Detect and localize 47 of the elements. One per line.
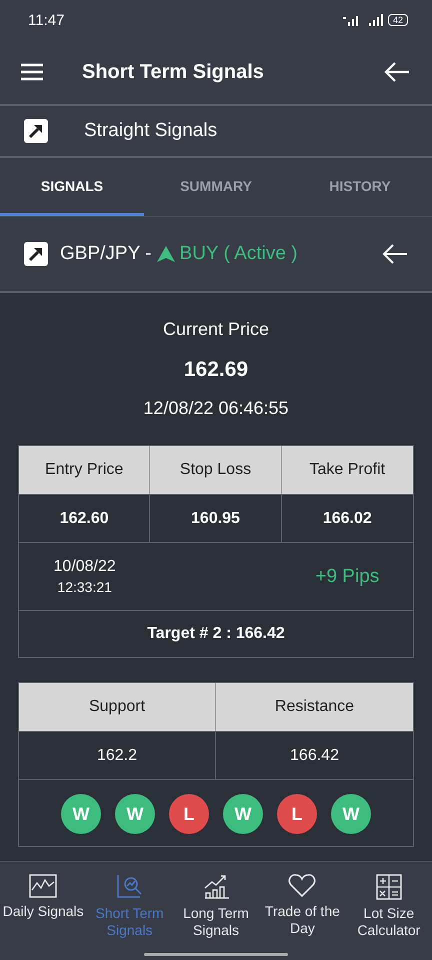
table-cell: 166.02 bbox=[282, 494, 413, 542]
column-header: Resistance bbox=[216, 683, 413, 731]
result-badge: W bbox=[331, 794, 371, 834]
result-badge: W bbox=[61, 794, 101, 834]
opened-time: 12:33:21 bbox=[57, 579, 112, 595]
currency-pair: GBP/JPY - bbox=[60, 243, 152, 265]
result-badge: L bbox=[277, 794, 317, 834]
nav-item[interactable]: Long Term Signals bbox=[172, 862, 260, 960]
signal-action: BUY bbox=[180, 243, 219, 265]
magnifier-chart-icon bbox=[116, 874, 144, 900]
tab[interactable]: SUMMARY bbox=[144, 158, 288, 216]
column-header: Take Profit bbox=[282, 446, 413, 494]
pips-value: +9 Pips bbox=[315, 566, 380, 588]
result-badge: L bbox=[169, 794, 209, 834]
chart-icon bbox=[29, 874, 58, 898]
price-datetime: 12/08/22 06:46:55 bbox=[143, 398, 289, 419]
opened-date: 10/08/22 bbox=[54, 558, 116, 576]
up-arrow-icon bbox=[156, 246, 175, 262]
heart-icon bbox=[288, 874, 316, 898]
current-price: 162.69 bbox=[184, 358, 248, 382]
tab[interactable]: SIGNALS bbox=[0, 158, 144, 216]
result-badge: W bbox=[115, 794, 155, 834]
column-header: Support bbox=[19, 683, 216, 731]
nav-item[interactable]: Lot Size Calculator bbox=[346, 862, 432, 960]
growth-chart-icon bbox=[202, 874, 230, 900]
table-cell: 166.42 bbox=[216, 731, 413, 779]
current-price-label: Current Price bbox=[162, 319, 270, 340]
nav-item[interactable]: Trade of the Day bbox=[259, 862, 346, 960]
result-badge: W bbox=[223, 794, 263, 834]
screen-title: Short Term Signals bbox=[82, 60, 265, 84]
signal-status: ( Active ) bbox=[224, 243, 298, 265]
tab[interactable]: HISTORY bbox=[288, 158, 432, 216]
calculator-icon bbox=[376, 874, 402, 900]
battery-indicator: 42 bbox=[388, 14, 408, 26]
back-icon[interactable] bbox=[382, 244, 408, 264]
status-time: 11:47 bbox=[28, 12, 64, 28]
table-cell: 162.2 bbox=[19, 731, 216, 779]
menu-icon[interactable] bbox=[20, 63, 44, 81]
column-header: Entry Price bbox=[19, 446, 150, 494]
category-label: Straight Signals bbox=[84, 120, 218, 142]
target-text: Target # 2 : 166.42 bbox=[147, 625, 285, 643]
nav-item[interactable]: Daily Signals bbox=[0, 862, 86, 960]
back-icon[interactable] bbox=[384, 62, 410, 82]
table-cell: 160.95 bbox=[150, 494, 282, 542]
signal-icon bbox=[368, 14, 384, 26]
column-header: Stop Loss bbox=[150, 446, 282, 494]
table-cell: 162.60 bbox=[19, 494, 150, 542]
